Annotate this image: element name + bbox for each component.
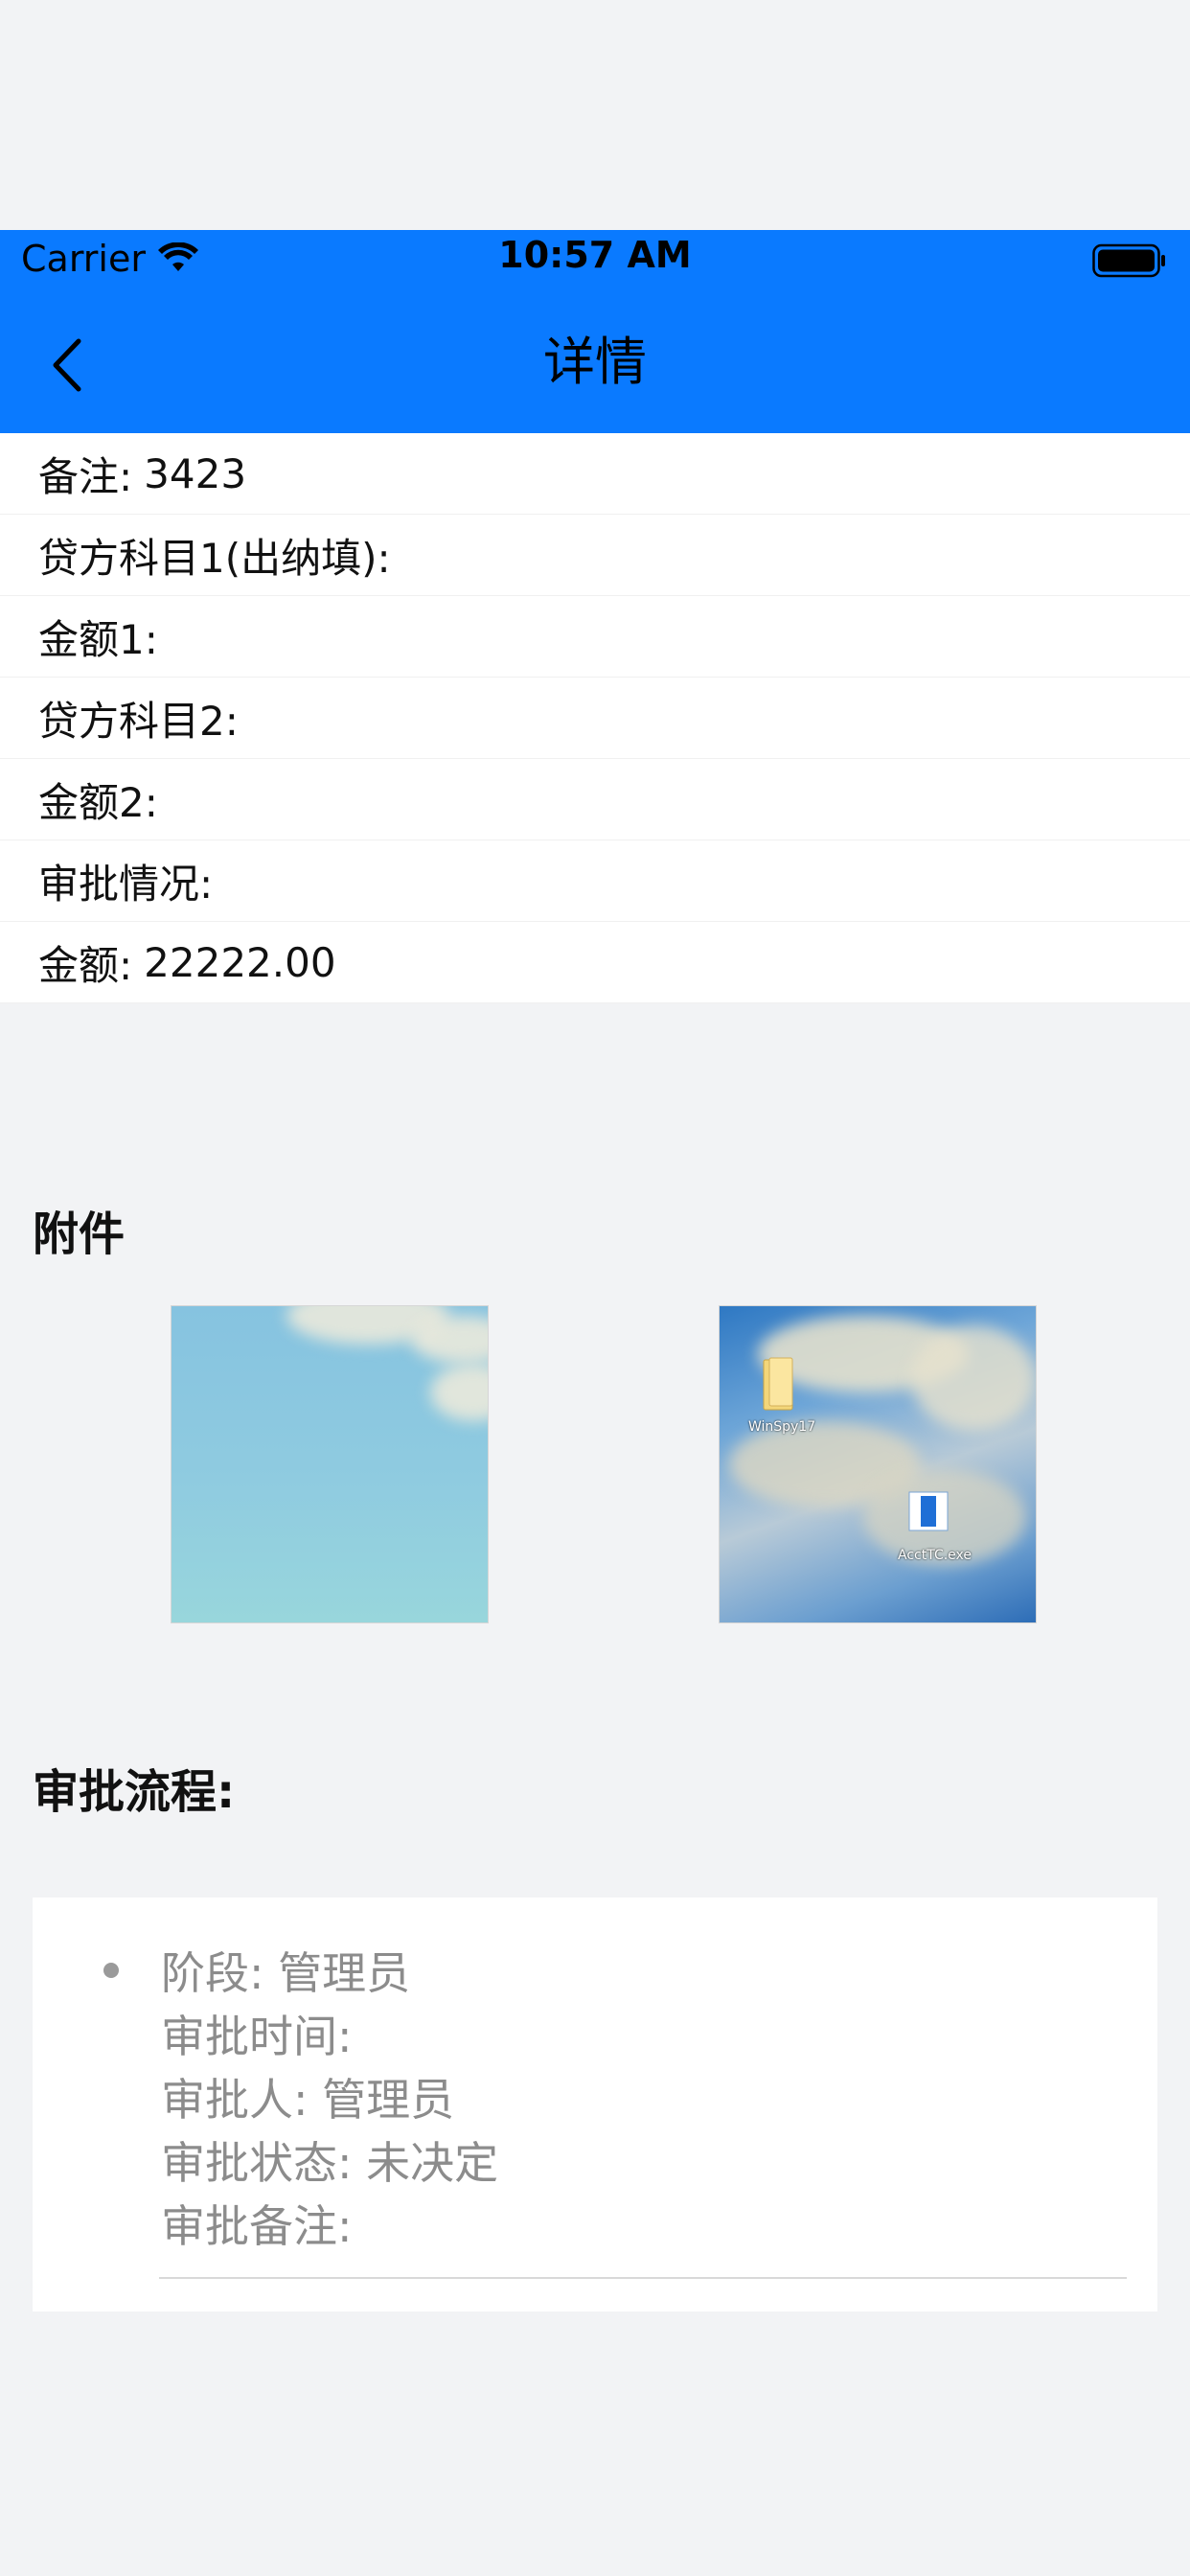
approval-stage: 阶段: 管理员: [161, 1947, 411, 1999]
field-value: 22222.00: [144, 938, 336, 986]
attachment-thumbnail-desktop[interactable]: WinSpy17 AcctTC.exe: [719, 1305, 1037, 1623]
approval-remark: 审批备注:: [161, 2200, 353, 2252]
field-label: 贷方科目1(出纳填):: [38, 534, 391, 582]
field-label: 审批情况:: [38, 860, 214, 908]
field-credit-account-1: 贷方科目1(出纳填):: [0, 515, 1190, 596]
field-remark: 备注: 3423: [0, 433, 1190, 515]
divider: [159, 2277, 1127, 2279]
approval-step: 阶段: 管理员 审批时间: 审批人: 管理员 审批状态: 未决定 审批备注:: [161, 1942, 498, 2258]
approval-time: 审批时间:: [161, 2011, 353, 2062]
timeline-dot-icon: [103, 1963, 119, 1978]
field-label: 备注:: [38, 452, 133, 500]
field-label: 金额2:: [38, 778, 158, 826]
approval-process-title: 审批流程:: [33, 1765, 236, 1819]
field-approval-status: 审批情况:: [0, 840, 1190, 922]
battery-icon: [1092, 243, 1165, 278]
field-label: 金额:: [38, 941, 133, 989]
field-value: 3423: [144, 449, 247, 497]
document-icon: [908, 1491, 949, 1531]
field-amount-1: 金额1:: [0, 596, 1190, 678]
desktop-icon-label: WinSpy17: [748, 1419, 816, 1435]
field-amount: 金额: 22222.00: [0, 922, 1190, 1003]
page-title: 详情: [543, 332, 647, 392]
attachment-thumbnail-sky[interactable]: [171, 1305, 489, 1623]
attachments-title: 附件: [33, 1208, 126, 1261]
field-amount-2: 金额2:: [0, 759, 1190, 840]
status-time: 10:57 AM: [498, 234, 692, 276]
approval-approver: 审批人: 管理员: [161, 2074, 455, 2126]
field-label: 贷方科目2:: [38, 697, 239, 745]
approval-status: 审批状态: 未决定: [161, 2137, 499, 2189]
field-label: 金额1:: [38, 615, 158, 663]
detail-fields: 备注: 3423 贷方科目1(出纳填): 金额1: 贷方科目2: 金额2: 审批情…: [0, 433, 1190, 1003]
desktop-icon-label: AcctTC.exe: [898, 1548, 973, 1563]
field-credit-account-2: 贷方科目2:: [0, 678, 1190, 759]
folder-icon: [763, 1357, 793, 1411]
